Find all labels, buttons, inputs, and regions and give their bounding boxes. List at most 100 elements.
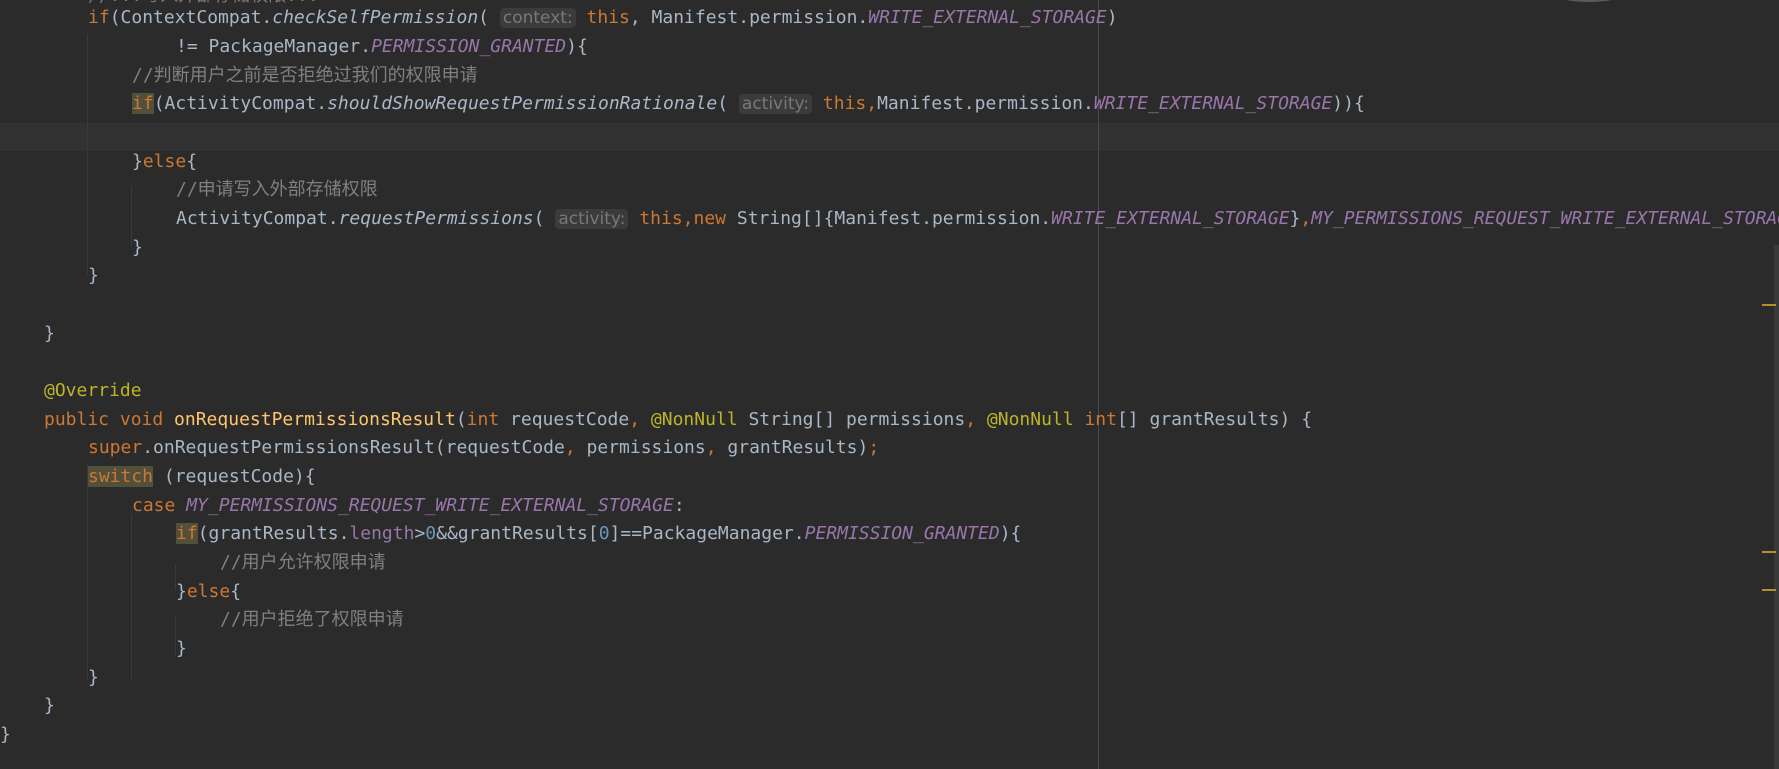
code-token: ( (717, 93, 739, 114)
code-token: 0 (425, 523, 437, 544)
code-token: ActivityCompat. (176, 208, 339, 229)
code-token: if (132, 93, 154, 114)
code-token: MY_PERMISSIONS_REQUEST_WRITE_EXTERNAL_ST… (1311, 208, 1779, 229)
code-line[interactable] (0, 291, 1779, 319)
code-token: ]==PackageManager. (609, 523, 805, 544)
code-line[interactable]: @Override (0, 377, 1779, 405)
code-token: shouldShowRequestPermissionRationale (327, 93, 718, 114)
code-token: } (132, 237, 143, 258)
code-token: (requestCode){ (153, 466, 316, 487)
code-token: } (44, 695, 55, 716)
code-line[interactable] (0, 348, 1779, 376)
code-token: MY_PERMISSIONS_REQUEST_WRITE_EXTERNAL_ST… (186, 495, 674, 516)
code-token: } (88, 667, 99, 688)
code-token: if (88, 7, 110, 28)
code-token: String[]{Manifest.permission. (736, 208, 1052, 229)
code-token: (grantResults. (197, 523, 350, 544)
scroll-marker[interactable] (1762, 589, 1776, 591)
code-token: WRITE_EXTERNAL_STORAGE (1051, 208, 1290, 229)
code-token: Manifest.permission. (877, 93, 1094, 114)
code-line[interactable]: //申请写入外部存储权限 (0, 176, 1779, 204)
code-token: WRITE_EXTERNAL_STORAGE (1093, 93, 1333, 114)
code-token: } (176, 581, 187, 602)
code-token: else (142, 151, 187, 172)
code-token: (ActivityCompat. (153, 93, 328, 114)
code-line[interactable]: } (0, 234, 1779, 262)
code-token: WRITE_EXTERNAL_STORAGE (868, 7, 1107, 28)
scroll-marker[interactable] (1762, 304, 1776, 306)
code-token: (ContextCompat. (109, 7, 273, 28)
code-line[interactable]: } (0, 692, 1779, 720)
code-line[interactable]: public void onRequestPermissionsResult(i… (0, 406, 1779, 434)
code-token: > (414, 523, 426, 544)
code-token: this,new (639, 208, 737, 229)
code-token: int (466, 409, 511, 430)
code-line[interactable]: }else{ (0, 578, 1779, 606)
code-token: ( (455, 409, 467, 430)
code-line[interactable]: != PackageManager.PERMISSION_GRANTED){ (0, 33, 1779, 61)
code-token: public void (44, 409, 175, 430)
code-line[interactable]: } (0, 664, 1779, 692)
code-token: ){ (566, 36, 588, 57)
code-line[interactable]: } (0, 721, 1779, 749)
code-line[interactable]: ActivityCompat.requestPermissions( activ… (0, 205, 1779, 233)
code-token: @NonNull (986, 409, 1085, 430)
code-token: } (1289, 208, 1301, 229)
vertical-scrollbar[interactable] (1774, 245, 1779, 769)
code-token: onRequestPermissionsResult (174, 409, 456, 430)
code-token: != PackageManager. (176, 36, 372, 57)
code-token: String[] permissions (748, 409, 966, 430)
code-token: if (176, 523, 198, 544)
parameter-hint: context: (499, 8, 576, 28)
code-line[interactable]: } (0, 635, 1779, 663)
code-line[interactable]: }else{ (0, 148, 1779, 176)
code-token: ( (478, 7, 500, 28)
code-line[interactable]: } (0, 320, 1779, 348)
code-line[interactable]: case MY_PERMISSIONS_REQUEST_WRITE_EXTERN… (0, 492, 1779, 520)
code-token: { (230, 581, 242, 602)
code-token: checkSelfPermission (272, 7, 479, 28)
code-token: } (0, 724, 11, 745)
code-token: , (965, 409, 987, 430)
code-token: : (673, 495, 685, 516)
code-token: switch (88, 466, 154, 487)
code-token: length (349, 523, 415, 544)
code-line[interactable]: super.onRequestPermissionsResult(request… (0, 434, 1779, 462)
code-token: , (705, 437, 728, 458)
code-token: PERMISSION_GRANTED (804, 523, 1000, 544)
code-line[interactable]: //用户拒绝了权限申请 (0, 606, 1779, 634)
code-token: super (88, 437, 143, 458)
code-comment: //用户允许权限申请 (220, 552, 386, 573)
code-line[interactable]: //判断用户之前是否拒绝过我们的权限申请 (0, 62, 1779, 90)
code-line[interactable]: if(ContextCompat.checkSelfPermission( co… (0, 4, 1779, 32)
code-token: ; (868, 437, 880, 458)
code-token: case (132, 495, 187, 516)
code-line[interactable]: switch (requestCode){ (0, 463, 1779, 491)
code-editor[interactable]: //...写入外部存储权限... if(ContextCompat.checkS… (0, 0, 1779, 769)
code-token: requestCode (510, 409, 630, 430)
code-token: , (1300, 208, 1312, 229)
code-token: } (176, 638, 187, 659)
scroll-marker[interactable] (1762, 551, 1776, 553)
code-token: } (44, 323, 55, 344)
code-line[interactable] (0, 119, 1779, 147)
code-line[interactable]: //用户允许权限申请 (0, 549, 1779, 577)
code-token: this (586, 7, 630, 28)
code-token: grantResults) (727, 437, 869, 458)
code-token: this, (822, 93, 878, 114)
code-token: { (186, 151, 198, 172)
floating-button-partial[interactable] (1554, 0, 1624, 2)
code-comment: //判断用户之前是否拒绝过我们的权限申请 (132, 65, 478, 86)
code-line[interactable]: if(grantResults.length>0&&grantResults[0… (0, 520, 1779, 548)
code-token: , (564, 437, 587, 458)
code-token: ) (1106, 7, 1118, 28)
code-line[interactable]: if(ActivityCompat.shouldShowRequestPermi… (0, 90, 1779, 118)
code-token: [] grantResults) { (1116, 409, 1313, 430)
parameter-hint: activity: (738, 94, 813, 114)
code-token: .onRequestPermissionsResult(requestCode (142, 437, 565, 458)
code-comment: //申请写入外部存储权限 (176, 179, 378, 200)
code-line[interactable]: } (0, 262, 1779, 290)
